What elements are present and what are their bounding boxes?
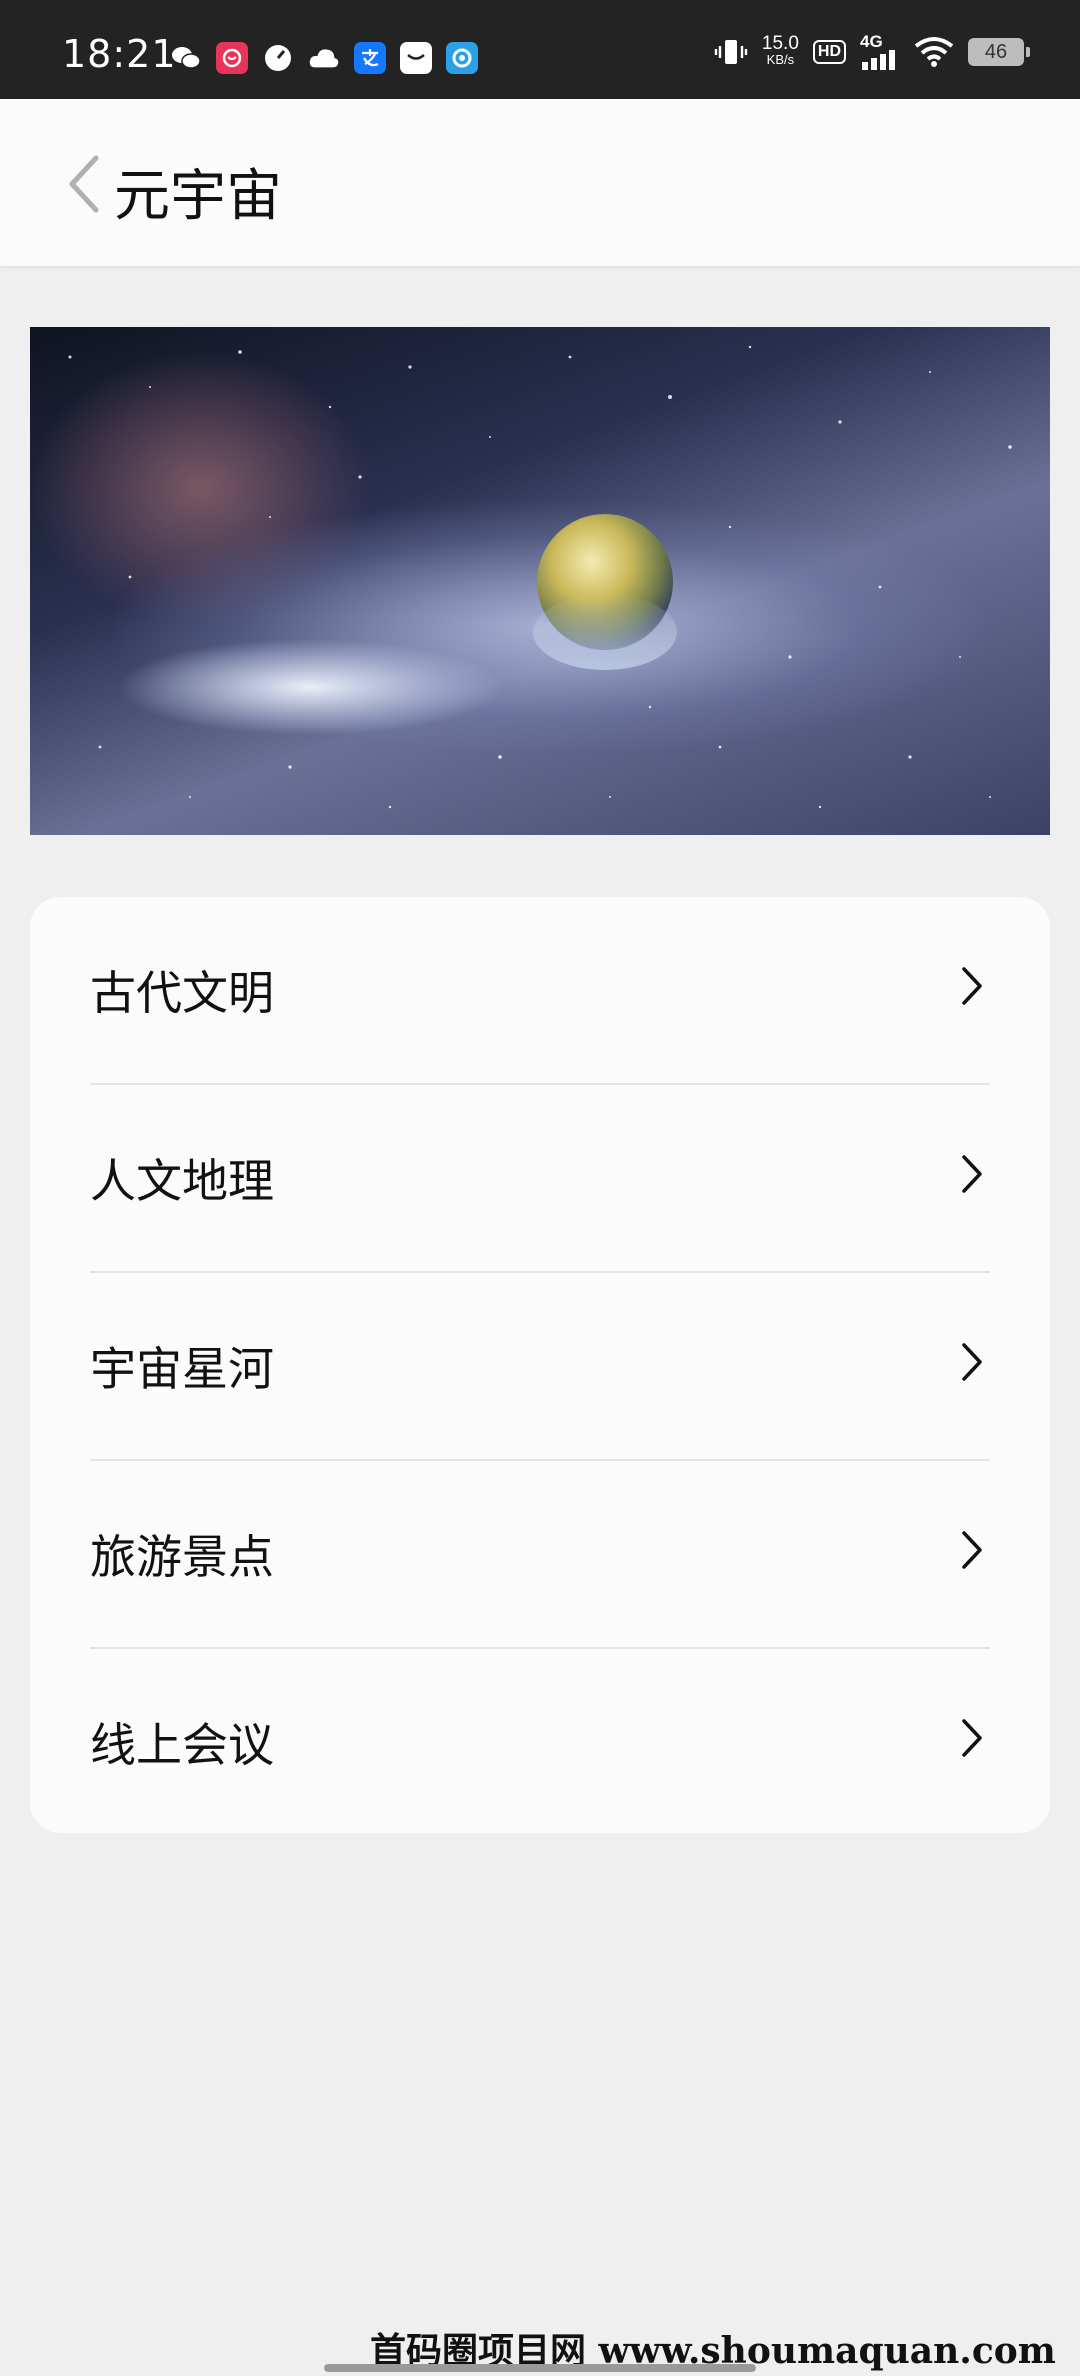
menu-item-label: 古代文明 [90, 966, 274, 1020]
menu-item-label: 宇宙星河 [90, 1342, 274, 1396]
red-app-icon [216, 42, 248, 74]
nav-bar: 元宇宙 [0, 99, 1080, 266]
network-speed: 15.0 KB/s [761, 33, 799, 68]
speedometer-icon [262, 42, 294, 74]
page-title: 元宇宙 [114, 164, 282, 229]
chevron-right-icon [962, 1343, 982, 1381]
status-bar: 18:21 15.0 KB/s HD 4G 46 [0, 0, 1080, 99]
menu-item-cosmos-galaxy[interactable]: 宇宙星河 [30, 1273, 1050, 1461]
cellular-signal: 4G [860, 32, 900, 70]
signal-bars-icon [862, 50, 895, 70]
menu-item-ancient-civilization[interactable]: 古代文明 [30, 897, 1050, 1085]
network-speed-value: 15.0 [761, 33, 799, 54]
menu-item-label: 旅游景点 [90, 1530, 274, 1584]
menu-item-human-geography[interactable]: 人文地理 [30, 1085, 1050, 1273]
chevron-left-icon [69, 155, 99, 213]
browser-icon [446, 42, 478, 74]
cloud-icon [308, 42, 340, 74]
space-illustration [68, 345, 1012, 809]
notification-icons [170, 38, 478, 78]
banner-image[interactable] [30, 327, 1050, 835]
menu-item-tourist-attractions[interactable]: 旅游景点 [30, 1461, 1050, 1649]
back-button[interactable] [54, 147, 114, 221]
network-speed-unit: KB/s [766, 52, 795, 67]
wechat-icon [170, 42, 202, 74]
hd-badge: HD [812, 40, 846, 64]
menu-card: 古代文明 人文地理 宇宙星河 旅游景点 线上会议 [30, 897, 1050, 1833]
menu-item-online-meeting[interactable]: 线上会议 [30, 1649, 1050, 1837]
home-indicator[interactable] [324, 2364, 756, 2372]
mail-icon [400, 42, 432, 74]
system-status: 15.0 KB/s HD 4G 46 [714, 30, 1030, 74]
menu-item-label: 人文地理 [90, 1154, 274, 1208]
wifi-icon [914, 37, 954, 67]
menu-item-label: 线上会议 [90, 1718, 274, 1772]
alipay-icon [354, 42, 386, 74]
battery-indicator: 46 [968, 38, 1030, 66]
vibrate-icon [714, 40, 748, 64]
chevron-right-icon [962, 1719, 982, 1757]
chevron-right-icon [962, 1155, 982, 1193]
network-type-label: 4G [860, 32, 883, 51]
status-time: 18:21 [62, 32, 177, 76]
chevron-right-icon [962, 967, 982, 1005]
chevron-right-icon [962, 1531, 982, 1569]
